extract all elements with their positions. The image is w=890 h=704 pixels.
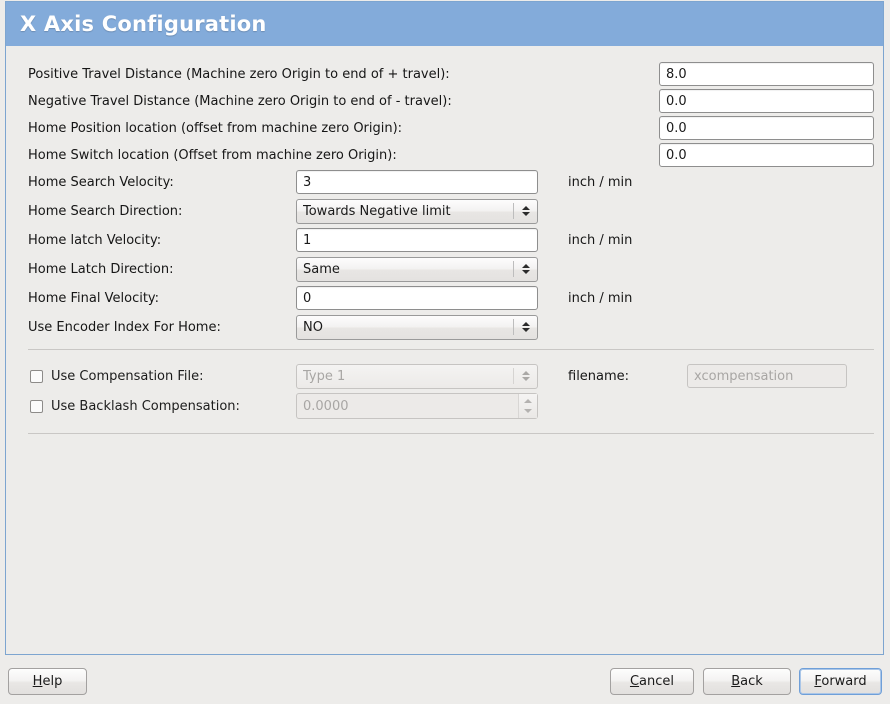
cancel-button-label: Cancel — [630, 674, 674, 689]
dropdown-use-encoder-index[interactable]: NO — [296, 315, 538, 340]
input-home-latch-velocity[interactable]: 1 — [296, 228, 538, 252]
row-home-latch-velocity: Home latch Velocity: 1 inch / min — [6, 227, 883, 253]
row-home-position-location: Home Position location (offset from mach… — [6, 115, 883, 141]
chevron-updown-icon — [521, 264, 531, 274]
label-home-final-velocity: Home Final Velocity: — [28, 291, 159, 306]
spinner-stepper-icon — [518, 394, 537, 418]
row-positive-travel-distance: Positive Travel Distance (Machine zero O… — [6, 61, 883, 87]
row-home-switch-location: Home Switch location (Offset from machin… — [6, 142, 883, 168]
help-button[interactable]: Help — [8, 668, 87, 695]
dropdown-home-search-direction[interactable]: Towards Negative limit — [296, 199, 538, 224]
label-home-latch-direction: Home Latch Direction: — [28, 262, 173, 277]
spinner-backlash-value: 0.0000 — [296, 393, 538, 419]
forward-button-label: Forward — [814, 674, 866, 689]
dropdown-use-encoder-index-value: NO — [303, 320, 513, 335]
chevron-updown-icon — [521, 322, 531, 332]
unit-home-latch-velocity: inch / min — [568, 233, 632, 248]
dropdown-separator — [513, 368, 514, 384]
unit-home-search-velocity: inch / min — [568, 175, 632, 190]
back-button[interactable]: Back — [703, 668, 791, 695]
chevron-updown-icon — [521, 206, 531, 216]
checkbox-use-backlash-compensation[interactable]: Use Backlash Compensation: — [30, 399, 240, 414]
label-home-search-velocity: Home Search Velocity: — [28, 175, 174, 190]
row-home-final-velocity: Home Final Velocity: 0 inch / min — [6, 285, 883, 311]
unit-home-final-velocity: inch / min — [568, 291, 632, 306]
label-use-encoder-index: Use Encoder Index For Home: — [28, 320, 221, 335]
label-use-backlash-compensation: Use Backlash Compensation: — [51, 399, 240, 414]
label-negative-travel-distance: Negative Travel Distance (Machine zero O… — [28, 94, 452, 109]
input-compensation-filename: xcompensation — [687, 364, 847, 388]
input-positive-travel-distance[interactable]: 8.0 — [659, 62, 874, 86]
input-home-position-location[interactable]: 0.0 — [659, 116, 874, 140]
axis-configuration-dialog: X Axis Configuration Positive Travel Dis… — [5, 1, 884, 655]
row-negative-travel-distance: Negative Travel Distance (Machine zero O… — [6, 88, 883, 114]
dropdown-separator — [513, 203, 514, 219]
dialog-action-bar: Help Cancel Back Forward — [0, 656, 890, 704]
help-button-label: Help — [33, 674, 63, 689]
dropdown-home-latch-direction[interactable]: Same — [296, 257, 538, 282]
input-home-final-velocity[interactable]: 0 — [296, 286, 538, 310]
label-filename: filename: — [568, 369, 629, 384]
input-negative-travel-distance[interactable]: 0.0 — [659, 89, 874, 113]
dropdown-home-search-direction-value: Towards Negative limit — [303, 204, 513, 219]
dropdown-separator — [513, 261, 514, 277]
dialog-titlebar: X Axis Configuration — [6, 2, 883, 46]
checkbox-use-compensation-file[interactable]: Use Compensation File: — [30, 369, 204, 384]
row-home-latch-direction: Home Latch Direction: Same — [6, 256, 883, 282]
label-home-latch-velocity: Home latch Velocity: — [28, 233, 161, 248]
dialog-content: Positive Travel Distance (Machine zero O… — [6, 46, 883, 654]
chevron-updown-icon — [521, 371, 531, 381]
separator-top — [28, 349, 874, 350]
separator-bottom — [28, 433, 874, 434]
checkbox-box-icon — [30, 370, 43, 383]
dialog-title: X Axis Configuration — [20, 12, 267, 36]
row-use-compensation-file: Use Compensation File: Type 1 filename: … — [6, 363, 883, 389]
cancel-button[interactable]: Cancel — [610, 668, 694, 695]
dropdown-compensation-type-value: Type 1 — [303, 369, 513, 384]
dropdown-compensation-type: Type 1 — [296, 364, 538, 389]
input-home-switch-location[interactable]: 0.0 — [659, 143, 874, 167]
label-home-position-location: Home Position location (offset from mach… — [28, 121, 402, 136]
checkbox-box-icon — [30, 400, 43, 413]
spinner-backlash-value-text: 0.0000 — [297, 394, 518, 418]
row-use-backlash-compensation: Use Backlash Compensation: 0.0000 — [6, 393, 883, 419]
label-home-search-direction: Home Search Direction: — [28, 204, 182, 219]
label-home-switch-location: Home Switch location (Offset from machin… — [28, 148, 397, 163]
input-home-search-velocity[interactable]: 3 — [296, 170, 538, 194]
row-use-encoder-index: Use Encoder Index For Home: NO — [6, 314, 883, 340]
row-home-search-velocity: Home Search Velocity: 3 inch / min — [6, 169, 883, 195]
dropdown-home-latch-direction-value: Same — [303, 262, 513, 277]
forward-button[interactable]: Forward — [799, 668, 882, 695]
back-button-label: Back — [731, 674, 763, 689]
label-use-compensation-file: Use Compensation File: — [51, 369, 204, 384]
label-positive-travel-distance: Positive Travel Distance (Machine zero O… — [28, 67, 450, 82]
dropdown-separator — [513, 319, 514, 335]
row-home-search-direction: Home Search Direction: Towards Negative … — [6, 198, 883, 224]
